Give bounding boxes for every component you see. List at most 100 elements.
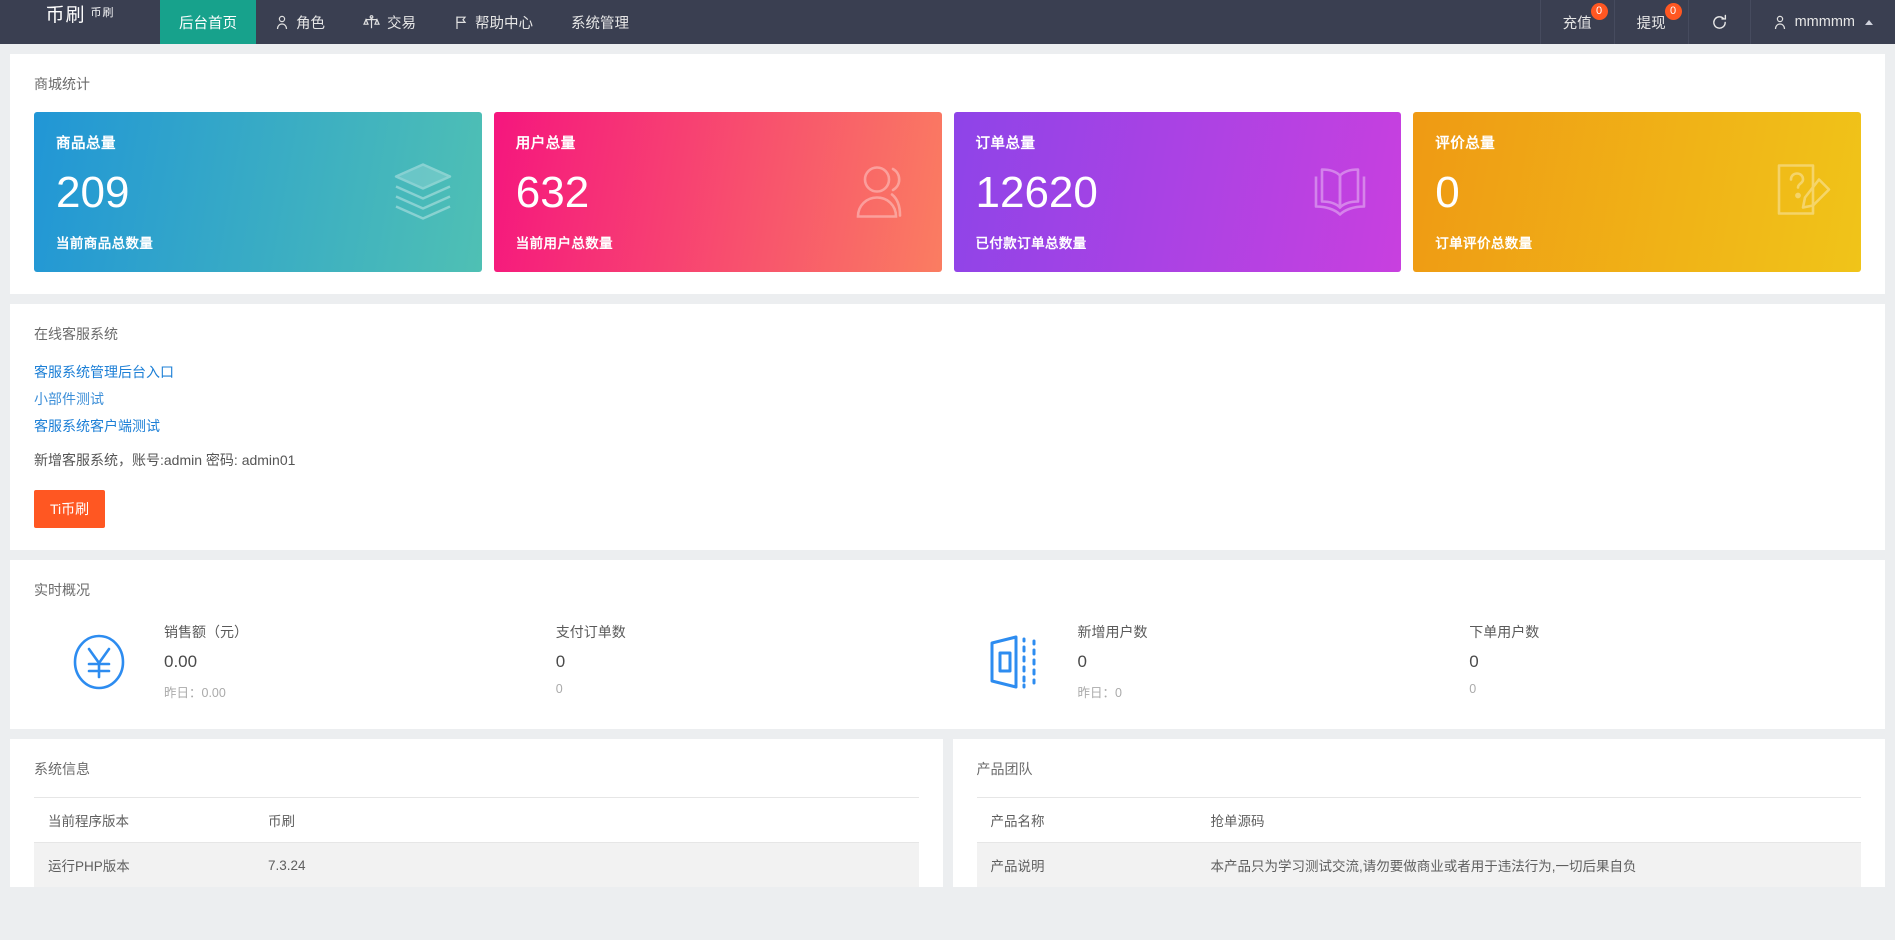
withdraw-badge: 0: [1665, 3, 1682, 20]
link-admin-entry[interactable]: 客服系统管理后台入口: [34, 362, 174, 382]
stat-card-label: 商品总量: [56, 132, 460, 153]
metric-prev: 0: [556, 682, 948, 696]
service-note: 新增客服系统，账号:admin 密码: admin01: [34, 450, 1871, 470]
row-value: 抢单源码: [1197, 798, 1862, 843]
metric-value: 0: [556, 652, 948, 672]
metric-prev: 昨日：0: [1078, 682, 1470, 701]
table-row: 运行PHP版本 7.3.24: [34, 843, 919, 888]
stat-card-reviews[interactable]: 评价总量 0 订单评价总数量: [1413, 112, 1861, 272]
yen-circle-icon: [34, 630, 164, 694]
row-key: 产品说明: [977, 843, 1197, 888]
system-info-table: 当前程序版本 币刷 运行PHP版本 7.3.24: [34, 797, 919, 887]
realtime-metric-cells: 新增用户数 0 昨日：0 下单用户数 0 0: [1078, 622, 1862, 701]
product-team-table: 产品名称 抢单源码 产品说明 本产品只为学习测试交流,请勿要做商业或者用于违法行…: [977, 797, 1862, 887]
nav-item-recharge[interactable]: 充值 0: [1540, 0, 1614, 44]
nav-item-user[interactable]: mmmmm: [1750, 0, 1895, 44]
layers-icon: [390, 160, 456, 225]
nav-label-trade: 交易: [387, 12, 416, 33]
stat-card-sub: 当前商品总数量: [56, 232, 460, 252]
nav-label-recharge: 充值: [1563, 12, 1592, 33]
metric-value: 0: [1469, 652, 1861, 672]
nav-item-refresh[interactable]: [1688, 0, 1750, 44]
realtime-metric-cells: 销售额（元） 0.00 昨日：0.00 支付订单数 0 0: [164, 622, 948, 701]
book-icon: [1305, 161, 1375, 224]
scales-icon: [363, 15, 380, 30]
stat-card-orders[interactable]: 订单总量 12620 已付款订单总数量: [954, 112, 1402, 272]
stat-card-sub: 当前用户总数量: [516, 232, 920, 252]
metric-new-users: 新增用户数 0 昨日：0: [1078, 622, 1470, 701]
user-group-icon: [850, 160, 916, 225]
product-team-table-wrap: 产品名称 抢单源码 产品说明 本产品只为学习测试交流,请勿要做商业或者用于违法行…: [977, 797, 1862, 887]
row-key: 产品名称: [977, 798, 1197, 843]
product-team-panel: 产品团队 产品名称 抢单源码 产品说明 本产品只为学习测试交流,请勿要做商业或者…: [953, 739, 1886, 887]
nav-label-help: 帮助中心: [475, 12, 533, 33]
realtime-metrics: 销售额（元） 0.00 昨日：0.00 支付订单数 0 0: [24, 618, 1871, 707]
brand-logo[interactable]: 币刷 币刷: [0, 0, 160, 44]
metric-paid-orders: 支付订单数 0 0: [556, 622, 948, 701]
user-icon: [1773, 15, 1787, 30]
row-value: 本产品只为学习测试交流,请勿要做商业或者用于违法行为,一切后果自负: [1197, 843, 1862, 888]
realtime-group-users: 新增用户数 0 昨日：0 下单用户数 0 0: [948, 622, 1862, 701]
metric-ordering-users: 下单用户数 0 0: [1469, 622, 1861, 701]
bottom-panels: 系统信息 当前程序版本 币刷 运行PHP版本 7.3.24 产品团队: [10, 739, 1885, 887]
nav-label-withdraw: 提现: [1637, 12, 1666, 33]
metric-label: 新增用户数: [1078, 622, 1470, 642]
door-icon: [948, 631, 1078, 693]
service-links: 客服系统管理后台入口 小部件测试 客服系统客户端测试: [34, 362, 1871, 436]
nav-item-trade[interactable]: 交易: [344, 0, 435, 44]
user-icon: [275, 15, 289, 30]
stat-card-products[interactable]: 商品总量 209 当前商品总数量: [34, 112, 482, 272]
stat-card-label: 评价总量: [1435, 132, 1839, 153]
row-value: 7.3.24: [254, 843, 919, 888]
stat-card-sub: 订单评价总数量: [1435, 232, 1839, 252]
nav-username: mmmmm: [1795, 14, 1855, 30]
metric-prev: 0: [1469, 682, 1861, 696]
brand-main-text: 币刷: [45, 0, 85, 27]
refresh-icon: [1711, 14, 1728, 31]
system-info-title: 系统信息: [34, 759, 929, 779]
link-client-test[interactable]: 客服系统客户端测试: [34, 416, 160, 436]
metric-label: 销售额（元）: [164, 622, 556, 642]
nav-label-system: 系统管理: [571, 12, 629, 33]
nav-item-home[interactable]: 后台首页: [160, 0, 256, 44]
table-row: 当前程序版本 币刷: [34, 798, 919, 843]
metric-sales-amount: 销售额（元） 0.00 昨日：0.00: [164, 622, 556, 701]
nav-item-role[interactable]: 角色: [256, 0, 344, 44]
mall-stats-panel: 商城统计 商品总量 209 当前商品总数量 用户总量 632 当前用户总数量: [10, 54, 1885, 294]
system-info-table-wrap: 当前程序版本 币刷 运行PHP版本 7.3.24: [34, 797, 919, 887]
nav-label-home: 后台首页: [179, 12, 237, 33]
nav-right-group: 充值 0 提现 0 mmmmm: [1540, 0, 1895, 44]
recharge-badge: 0: [1591, 3, 1608, 20]
metric-value: 0.00: [164, 652, 556, 672]
table-row: 产品名称 抢单源码: [977, 798, 1862, 843]
row-value: 币刷: [254, 798, 919, 843]
metric-label: 支付订单数: [556, 622, 948, 642]
row-key: 当前程序版本: [34, 798, 254, 843]
chevron-up-icon: [1865, 20, 1873, 25]
review-icon: [1771, 160, 1835, 225]
nav-item-withdraw[interactable]: 提现 0: [1614, 0, 1688, 44]
flag-icon: [454, 15, 468, 30]
link-widget-test[interactable]: 小部件测试: [34, 389, 104, 409]
service-system-panel: 在线客服系统 客服系统管理后台入口 小部件测试 客服系统客户端测试 新增客服系统…: [10, 304, 1885, 550]
nav-label-role: 角色: [296, 12, 325, 33]
table-row: 产品说明 本产品只为学习测试交流,请勿要做商业或者用于违法行为,一切后果自负: [977, 843, 1862, 888]
mall-stats-title: 商城统计: [34, 74, 1871, 94]
metric-prev: 昨日：0.00: [164, 682, 556, 701]
stat-card-sub: 已付款订单总数量: [976, 232, 1380, 252]
ti-bishua-button[interactable]: Ti币刷: [34, 490, 105, 528]
stat-card-users[interactable]: 用户总量 632 当前用户总数量: [494, 112, 942, 272]
metric-value: 0: [1078, 652, 1470, 672]
realtime-title: 实时概况: [34, 580, 1871, 600]
service-system-title: 在线客服系统: [34, 324, 1871, 344]
realtime-group-sales: 销售额（元） 0.00 昨日：0.00 支付订单数 0 0: [34, 622, 948, 701]
stat-card-list: 商品总量 209 当前商品总数量 用户总量 632 当前用户总数量: [24, 112, 1871, 272]
row-key: 运行PHP版本: [34, 843, 254, 888]
top-navbar: 币刷 币刷 后台首页 角色 交易: [0, 0, 1895, 44]
nav-item-system[interactable]: 系统管理: [552, 0, 648, 44]
main-nav: 后台首页 角色 交易: [160, 0, 648, 44]
realtime-panel: 实时概况 销售额（元） 0.00 昨日：0.00 支付订单数: [10, 560, 1885, 729]
stat-card-label: 用户总量: [516, 132, 920, 153]
system-info-panel: 系统信息 当前程序版本 币刷 运行PHP版本 7.3.24: [10, 739, 943, 887]
nav-item-help[interactable]: 帮助中心: [435, 0, 552, 44]
